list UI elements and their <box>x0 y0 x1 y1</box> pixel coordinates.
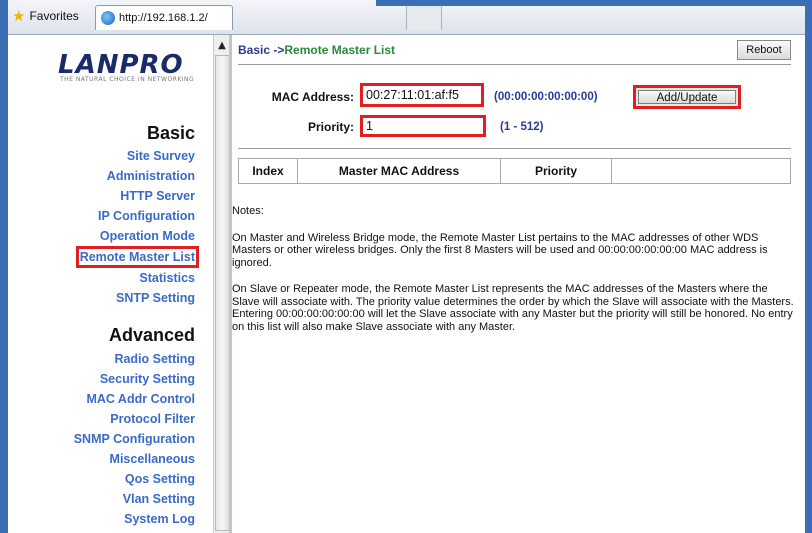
sidebar-item-operation-mode[interactable]: Operation Mode <box>100 229 195 243</box>
sidebar-item-snmp-configuration[interactable]: SNMP Configuration <box>74 432 195 446</box>
breadcrumb-prefix: Basic -> <box>238 43 285 57</box>
add-update-button[interactable]: Add/Update <box>633 85 741 109</box>
mac-address-label: MAC Address: <box>271 90 354 104</box>
sidebar-item-statistics[interactable]: Statistics <box>139 271 195 285</box>
window-frame-left <box>0 0 8 533</box>
column-header-index: Index <box>238 158 298 184</box>
column-header-action <box>611 158 791 184</box>
priority-hint: (1 - 512) <box>500 121 544 133</box>
notes-title: Notes: <box>232 205 264 217</box>
add-update-label: Add/Update <box>638 90 736 104</box>
lanpro-logo: LANPRO THE NATURAL CHOICE IN NETWORKING <box>58 50 195 83</box>
sidebar-item-miscellaneous[interactable]: Miscellaneous <box>110 452 195 466</box>
sidebar: LANPRO THE NATURAL CHOICE IN NETWORKING … <box>8 35 213 533</box>
sidebar-item-mac-addr-control[interactable]: MAC Addr Control <box>86 392 195 406</box>
sidebar-item-site-survey[interactable]: Site Survey <box>127 149 195 163</box>
favorites-button[interactable]: ★ Favorites <box>12 5 79 27</box>
advanced-heading: Advanced <box>108 325 195 345</box>
scrollbar-thumb[interactable] <box>215 55 230 531</box>
remote-master-table: Index Master MAC Address Priority <box>238 158 791 184</box>
note-master-mode: On Master and Wireless Bridge mode, the … <box>232 231 768 269</box>
form-divider <box>238 148 791 149</box>
sidebar-item-radio-setting[interactable]: Radio Setting <box>114 352 195 366</box>
priority-label: Priority: <box>307 120 354 134</box>
sidebar-item-security-setting[interactable]: Security Setting <box>100 372 195 386</box>
sidebar-item-remote-master-list[interactable]: Remote Master List <box>75 246 200 268</box>
table-header-row: Index Master MAC Address Priority <box>238 158 791 184</box>
basic-heading: Basic <box>146 123 195 143</box>
sidebar-item-ip-configuration[interactable]: IP Configuration <box>98 209 195 223</box>
column-header-priority: Priority <box>500 158 612 184</box>
scroll-up-arrow-icon[interactable]: ▲ <box>214 39 230 53</box>
sidebar-item-qos-setting[interactable]: Qos Setting <box>125 472 195 486</box>
star-icon: ★ <box>12 8 26 25</box>
tab-url: http://192.168.1.2/ <box>119 12 208 24</box>
priority-input[interactable] <box>360 115 486 137</box>
notes-section: Notes: On Master and Wireless Bridge mod… <box>232 205 797 347</box>
sidebar-item-administration[interactable]: Administration <box>107 169 195 183</box>
browser-page-icon <box>101 11 115 25</box>
sidebar-item-protocol-filter[interactable]: Protocol Filter <box>110 412 195 426</box>
window-frame-top <box>376 0 805 6</box>
main-content: Basic ->Remote Master List Reboot MAC Ad… <box>232 35 805 533</box>
column-header-mac: Master MAC Address <box>297 158 501 184</box>
breadcrumb: Basic ->Remote Master List <box>238 43 395 57</box>
header-divider <box>238 64 791 65</box>
reboot-button[interactable]: Reboot <box>737 40 791 60</box>
window-frame-right <box>805 0 812 533</box>
new-tab-button[interactable] <box>406 5 442 30</box>
sidebar-item-sntp-setting[interactable]: SNTP Setting <box>116 291 195 305</box>
page-title: Remote Master List <box>284 43 396 57</box>
mac-address-hint: (00:00:00:00:00:00) <box>494 91 598 103</box>
sidebar-item-vlan-setting[interactable]: Vlan Setting <box>123 492 195 506</box>
note-slave-mode: On Slave or Repeater mode, the Remote Ma… <box>232 283 794 333</box>
favorites-label: Favorites <box>29 9 79 23</box>
sidebar-item-http-server[interactable]: HTTP Server <box>120 189 195 203</box>
mac-address-input[interactable] <box>360 83 484 107</box>
browser-tab[interactable]: http://192.168.1.2/ <box>95 5 233 30</box>
sidebar-item-system-log[interactable]: System Log <box>124 512 195 526</box>
